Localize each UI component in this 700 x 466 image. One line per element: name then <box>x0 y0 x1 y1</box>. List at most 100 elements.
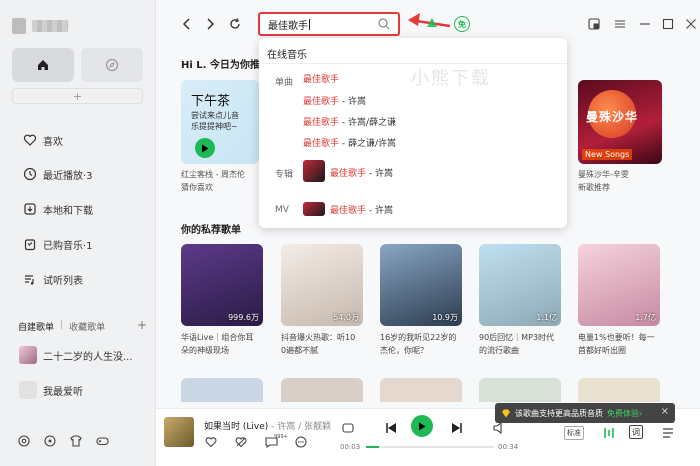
suggestion-item[interactable]: 最佳歌手 - 许嵩 <box>330 166 393 179</box>
menu-icon[interactable] <box>614 18 626 30</box>
tab-collected-playlists[interactable]: 收藏歌单 <box>69 320 105 333</box>
caption-line: 曼殊沙华-辛雯 <box>578 170 629 179</box>
match-text: 最佳歌手 <box>330 169 367 179</box>
target-icon[interactable] <box>43 434 57 448</box>
gamepad-icon[interactable] <box>95 434 109 448</box>
suggestion-item[interactable]: 最佳歌手 - 许嵩/薛之谦 <box>303 115 396 128</box>
repeat-icon[interactable] <box>341 421 355 435</box>
list-icon <box>25 275 34 285</box>
toast-text: 该歌曲支持更高品质音质 <box>515 408 603 418</box>
equalizer-icon[interactable] <box>602 426 616 440</box>
sidebar-playlist-item[interactable]: 我最爱听 <box>19 380 83 400</box>
previous-icon[interactable] <box>384 421 398 435</box>
playlist-thumbnail <box>19 346 37 364</box>
suggestion-rest: - 许嵩 <box>339 97 366 107</box>
sidebar-item-favorites[interactable]: 喜欢 <box>23 131 63 149</box>
avatar[interactable] <box>12 18 26 34</box>
caption-line: 90后回忆｜MP3时代 <box>479 333 554 342</box>
now-playing[interactable]: 如果当时 (Live) - 许嵩 / 张靓颖 <box>204 419 331 432</box>
match-text: 最佳歌手 <box>303 75 340 85</box>
add-playlist-button[interactable]: + <box>137 318 147 332</box>
playlist-thumbnail <box>19 381 37 399</box>
search-value: 最佳歌手 <box>268 20 308 32</box>
suggestion-item[interactable]: 最佳歌手 - 许嵩 <box>330 203 393 216</box>
refresh-icon[interactable] <box>228 17 242 31</box>
sidebar-item-local[interactable]: 本地和下载 <box>23 200 93 218</box>
volume-icon[interactable] <box>492 421 506 435</box>
watermark: 小熊下载 <box>411 68 491 89</box>
playlist-tile[interactable]: 10.9万 <box>380 244 462 326</box>
section-title: 你的私荐歌单 <box>181 225 241 236</box>
playlist-tile[interactable]: 1.1亿 <box>479 244 561 326</box>
caption-line: 0遍都不腻 <box>281 346 319 355</box>
search-suggestion-dropdown: 在线音乐 小熊下载 单曲 最佳歌手 最佳歌手 - 许嵩 最佳歌手 - 许嵩/薛之… <box>259 38 567 228</box>
suggestion-rest: - 许嵩 <box>366 169 393 179</box>
dislike-icon[interactable] <box>234 435 248 449</box>
playlist-tile[interactable]: 1.7亿 <box>578 244 660 326</box>
sidebar-playlist-item[interactable]: 二十二岁的人生没... <box>19 345 133 365</box>
playlist-tile[interactable]: 999.6万 <box>181 244 263 326</box>
time-total: 00:34 <box>498 443 519 451</box>
playlist-tile[interactable] <box>479 378 561 402</box>
forward-arrow-icon[interactable] <box>203 17 217 31</box>
playlist-caption[interactable]: 电量1%也要听！每一 首都好听出圈 <box>578 331 662 357</box>
skin-icon[interactable] <box>69 434 83 448</box>
minimize-icon[interactable] <box>639 18 651 30</box>
sidebar-item-purchased[interactable]: 已购音乐·1 <box>23 235 93 253</box>
playlist-caption[interactable]: 90后回忆｜MP3时代 的流行歌曲 <box>479 331 563 357</box>
match-text: 最佳歌手 <box>330 206 367 216</box>
vip-icon[interactable] <box>424 15 440 31</box>
sidebar-item-trial[interactable]: 试听列表 <box>23 270 83 288</box>
toast-close-button[interactable]: × <box>661 406 669 417</box>
playlist-tile[interactable] <box>380 378 462 402</box>
sidebar-item-label: 本地和下载 <box>43 205 93 217</box>
playlist-queue-icon[interactable] <box>661 426 675 440</box>
tab-created-playlists[interactable]: 自建歌单 <box>18 320 54 333</box>
playlist-tile[interactable] <box>281 378 363 402</box>
sidebar-item-label: 最近播放·3 <box>43 170 93 182</box>
suggestion-item[interactable]: 最佳歌手 - 薛之谦/许嵩 <box>303 136 396 149</box>
daily-card-caption[interactable]: 红尘客栈 - 周杰伦 猜你喜欢 <box>181 168 261 194</box>
caption-line: 华语Live｜组合你耳 <box>181 333 254 342</box>
quality-button[interactable]: 标准 <box>564 426 584 440</box>
caption-line: 抖音爆火热歌：听10 <box>281 333 356 342</box>
discover-tab[interactable] <box>81 48 143 82</box>
playlist-caption[interactable]: 华语Live｜组合你耳 朵的神级现场 <box>181 331 265 357</box>
caption-line: 杰伦，你呢？ <box>380 346 428 355</box>
daily-recommend-card[interactable]: 下午茶 尝试来点儿音 乐提提神吧~ <box>181 80 259 164</box>
search-input[interactable]: 最佳歌手 <box>258 12 400 36</box>
maximize-icon[interactable] <box>662 18 674 30</box>
free-badge[interactable]: 免 <box>454 16 470 32</box>
playlist-tile[interactable] <box>578 378 660 402</box>
home-tab[interactable] <box>12 48 74 82</box>
new-song-card[interactable]: 曼殊沙华 New Songs <box>578 80 662 164</box>
search-icon[interactable] <box>378 18 390 30</box>
add-shortcut-button[interactable]: + <box>12 88 143 104</box>
settings-icon[interactable] <box>17 434 31 448</box>
new-song-caption[interactable]: 曼殊沙华-辛雯 新歌推荐 <box>578 168 662 194</box>
like-icon[interactable] <box>204 435 218 449</box>
comment-icon[interactable]: 999+ <box>264 434 288 449</box>
sidebar-item-label: 已购音乐·1 <box>43 240 93 252</box>
free-trial-link[interactable]: 免费体验› <box>607 408 642 419</box>
more-icon[interactable] <box>294 435 308 449</box>
suggestion-item[interactable]: 最佳歌手 <box>303 72 339 85</box>
close-icon[interactable] <box>685 18 697 30</box>
daily-play-button[interactable] <box>195 138 215 158</box>
back-arrow-icon[interactable] <box>180 17 194 31</box>
next-icon[interactable] <box>450 421 464 435</box>
mini-mode-icon[interactable] <box>588 18 600 30</box>
playlist-tile[interactable] <box>181 378 263 402</box>
sidebar-item-recent[interactable]: 最近播放·3 <box>23 165 93 183</box>
playlist-caption[interactable]: 抖音爆火热歌：听10 0遍都不腻 <box>281 331 365 357</box>
lyric-button[interactable]: 词 <box>629 425 643 439</box>
suggestion-item[interactable]: 最佳歌手 - 许嵩 <box>303 94 366 107</box>
username-blurred[interactable] <box>32 20 68 32</box>
progress-bar[interactable] <box>366 446 494 448</box>
progress-fill <box>366 446 379 448</box>
match-text: 最佳歌手 <box>303 97 340 107</box>
play-pause-button[interactable] <box>411 415 433 437</box>
playlist-tile[interactable]: 54.0万 <box>281 244 363 326</box>
album-cover[interactable] <box>164 417 194 447</box>
playlist-caption[interactable]: 16岁的我听见22岁的 杰伦，你呢？ <box>380 331 464 357</box>
